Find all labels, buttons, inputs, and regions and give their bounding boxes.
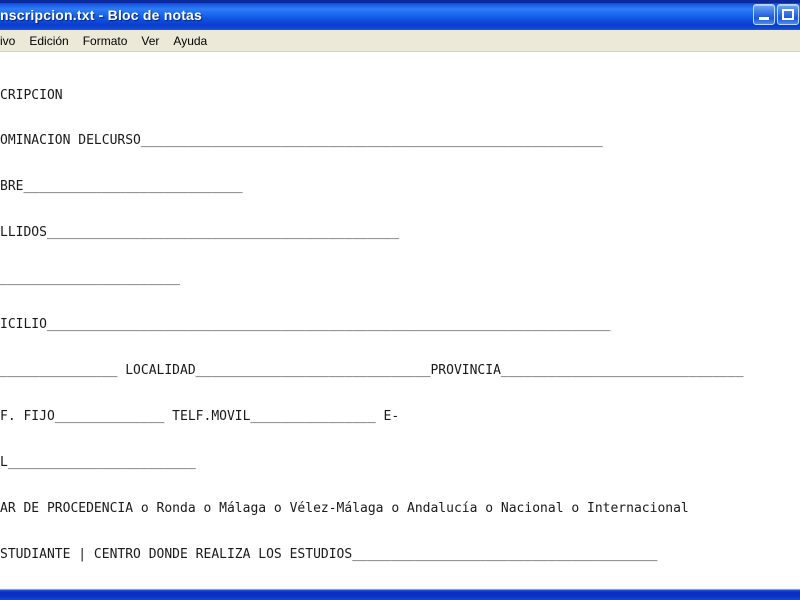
text-editor-area[interactable]: CRIPCIÓN OMINACIÓN DELCURSO_____________… bbox=[0, 52, 800, 588]
text-line: _______________ LOCALIDAD_______________… bbox=[0, 362, 744, 378]
text-line: L________________________ bbox=[0, 454, 196, 470]
window-title: nscripcion.txt - Bloc de notas bbox=[0, 7, 203, 23]
document-text[interactable]: CRIPCIÓN OMINACIÓN DELCURSO_____________… bbox=[0, 57, 800, 588]
menu-item-archivo[interactable]: ivo bbox=[0, 33, 23, 50]
titlebar[interactable]: nscripcion.txt - Bloc de notas bbox=[0, 0, 800, 30]
menu-item-ayuda[interactable]: Ayuda bbox=[167, 33, 215, 50]
text-line: OMINACIÓN DELCURSO______________________… bbox=[0, 133, 603, 149]
text-line: BRE____________________________ bbox=[0, 179, 243, 195]
text-line: F. FIJO______________ TELF.MOVIL________… bbox=[0, 408, 400, 424]
maximize-icon bbox=[782, 9, 794, 20]
minimize-icon bbox=[759, 17, 769, 20]
maximize-button[interactable] bbox=[777, 4, 799, 25]
menu-item-edicion[interactable]: Edición bbox=[23, 33, 76, 50]
window-bottom-border bbox=[0, 588, 800, 600]
text-line: _______________________ bbox=[0, 271, 181, 287]
text-line: LLIDOS__________________________________… bbox=[0, 225, 400, 241]
minimize-button[interactable] bbox=[753, 4, 775, 25]
notepad-window: nscripcion.txt - Bloc de notas ivo Edici… bbox=[0, 0, 800, 600]
text-line: STUDIANTE | CENTRO DONDE REALIZA LOS EST… bbox=[0, 546, 658, 562]
text-line: CRIPCIÓN bbox=[0, 87, 63, 103]
text-line: ICILIO__________________________________… bbox=[0, 317, 611, 333]
caption-buttons bbox=[753, 4, 799, 25]
menu-item-ver[interactable]: Ver bbox=[135, 33, 167, 50]
text-line: AR DE PROCEDENCIA o Ronda o Málaga o Vél… bbox=[0, 500, 689, 516]
menu-item-formato[interactable]: Formato bbox=[77, 33, 136, 50]
menu-items: ivo Edición Formato Ver Ayuda bbox=[0, 33, 215, 50]
menubar: ivo Edición Formato Ver Ayuda bbox=[0, 30, 800, 52]
titlebar-top-edge bbox=[0, 0, 800, 3]
